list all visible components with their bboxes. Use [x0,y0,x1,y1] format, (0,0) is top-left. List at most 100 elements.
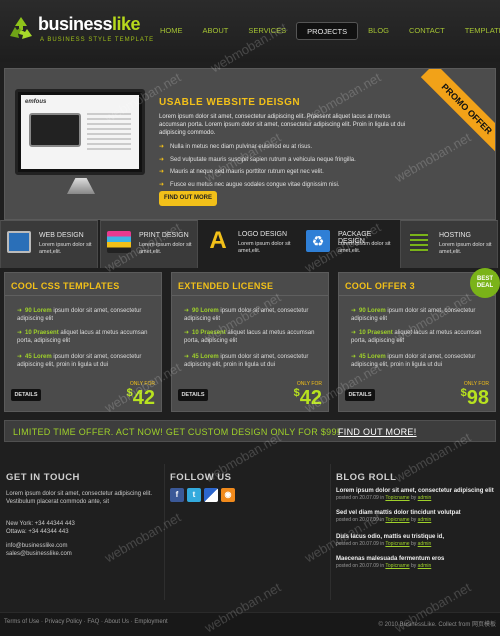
list-item: ➜ 90 Lorem ipsum dolor sit amet, consecte… [17,308,142,322]
contact-text: Lorem ipsum dolor sit amet, consectetur … [6,491,153,505]
service-hosting[interactable]: HOSTING Lorem ipsum dolor sit amet,elit. [400,220,498,268]
arrow-right-icon: ➜ [17,308,23,314]
arrow-right-icon: ➜ [17,354,23,360]
hero-title: USABLE WEBSITE DEISGN [159,97,301,108]
monitor-image: emfous [15,89,145,175]
list-item: ➜ Mauris at neque sed mauris porttitor ru… [159,169,324,175]
tablet-graphic [29,113,81,147]
service-title: PRINT DESIGN [139,232,189,239]
arrow-right-icon: ➜ [184,354,190,360]
hero-banner: emfous USABLE WEBSITE DEISGN Lorem ipsum… [4,68,496,220]
arrow-right-icon: ➜ [351,308,357,314]
arrow-right-icon: ➜ [351,354,357,360]
arrow-right-icon: ➜ [184,330,190,336]
facebook-icon[interactable]: f [170,488,184,502]
footer-blocks: GET IN TOUCH Lorem ipsum dolor sit amet,… [0,464,500,604]
nav-blog[interactable]: BLOG [358,22,399,40]
find-out-more-button[interactable]: FIND OUT MORE [159,191,217,206]
copyright: © 2010 BusinessLike. Collect from 网页模板 [378,622,496,628]
service-title: HOSTING [439,232,471,239]
logo-a-icon: A [209,227,227,254]
monitor-stand [67,178,95,194]
offer-title: EXTENDED LICENSE [178,281,274,291]
server-icon [410,231,428,253]
service-desc: Lorem ipsum dolor sit amet,elit. [238,241,291,254]
nav-home[interactable]: HOME [150,22,193,40]
screen-brand: emfous [25,99,47,105]
list-item: ➜ 10 Praesent aliquet lacus at metus accu… [17,330,148,344]
twitter-icon[interactable]: t [187,488,201,502]
hero-paragraph: Lorem ipsum dolor sit amet, consectetur … [159,114,406,136]
service-web-design[interactable]: WEB DESIGN Lorem ipsum dolor sit amet,el… [0,220,98,268]
contact-email-sales[interactable]: sales@businesslike.com [6,550,72,558]
service-desc: Lorem ipsum dolor sit amet,elit. [338,241,391,254]
service-print-design[interactable]: PRINT DESIGN Lorem ipsum dolor sit amet,… [100,220,198,268]
service-logo-design[interactable]: A LOGO DESIGN Lorem ipsum dolor sit amet… [200,220,298,268]
bottom-bar: Terms of Use · Privacy Policy · FAQ · Ab… [0,612,500,636]
blog-post[interactable]: Maecenas malesuada fermentum eros posted… [336,556,496,569]
contact-email-info[interactable]: info@businesslike.com [6,542,67,550]
list-item: ➜ 10 Praesent aliquet lacus at metus accu… [184,330,315,344]
blog-roll-title: BLOG ROLL [336,472,397,483]
follow-us-title: FOLLOW US [170,472,232,483]
rss-icon[interactable]: ◉ [221,488,235,502]
get-in-touch-title: GET IN TOUCH [6,472,80,483]
service-package-design[interactable]: ♻ PACKAGE DESIGN Lorem ipsum dolor sit a… [300,220,398,268]
limited-offer-text: LIMITED TIME OFFER. ACT NOW! GET CUSTOM … [13,427,340,437]
list-item: ➜ 45 Lorem ipsum dolor sit amet, consecte… [184,354,309,368]
arrow-right-icon: ➜ [159,169,165,175]
brand-name[interactable]: businesslike [38,14,141,35]
offer-card: COOL CSS TEMPLATES ➜ 90 Lorem ipsum dolor… [4,272,162,412]
service-desc: Lorem ipsum dolor sit amet,elit. [139,242,192,255]
divider [330,464,331,600]
arrow-right-icon: ➜ [159,144,165,150]
nav-about[interactable]: ABOUT [193,22,239,40]
details-button[interactable]: DETAILS [178,389,208,401]
recycle-logo-icon[interactable] [6,14,36,44]
details-button[interactable]: DETAILS [345,389,375,401]
list-item: ➜ 45 Lorem ipsum dolor sit amet, consecte… [351,354,476,368]
brand-tagline: A BUSINESS STYLE TEMPLATE [40,37,155,43]
services-row: WEB DESIGN Lorem ipsum dolor sit amet,el… [0,220,500,268]
divider [164,464,165,600]
offer-card: EXTENDED LICENSE ➜ 90 Lorem ipsum dolor s… [171,272,329,412]
monitor-icon [7,231,31,253]
price: $42 [293,387,322,409]
delicious-icon[interactable] [204,488,218,502]
blog-post[interactable]: Sed vel diam mattis dolor tincidunt volu… [336,510,496,523]
list-item: ➜ Nulla in metus nec diam pulvinar euismo… [159,144,313,150]
list-item: ➜ 45 Lorem ipsum dolor sit amet, consecte… [17,354,142,368]
offer-title: COOL OFFER 3 [345,281,415,291]
hero-bullets: ➜ Nulla in metus nec diam pulvinar euismo… [159,141,356,191]
contact-phone-ottawa: Ottawa: +34 44344 443 [6,529,69,535]
details-button[interactable]: DETAILS [11,389,41,401]
brand-name-main: business [38,14,113,34]
text-lines-graphic [87,113,131,153]
price: $98 [460,387,489,409]
footer-links[interactable]: Terms of Use · Privacy Policy · FAQ · Ab… [4,619,168,625]
service-desc: Lorem ipsum dolor sit amet,elit. [39,242,92,255]
social-links: f t ◉ [170,488,235,502]
nav-templates[interactable]: TEMPLATES [455,22,500,40]
blog-post[interactable]: Lorem ipsum dolor sit amet, consectetur … [336,488,496,501]
blog-post[interactable]: Duis lacus odio, mattis eu tristique id,… [336,534,496,547]
nav-contact[interactable]: CONTACT [399,22,455,40]
list-item: ➜ 90 Lorem ipsum dolor sit amet, consecte… [351,308,476,322]
offers-section: COOL CSS TEMPLATES ➜ 90 Lorem ipsum dolor… [4,268,500,412]
arrow-right-icon: ➜ [17,330,23,336]
list-item: ➜ 10 Praesent aliquet lacus at metus accu… [351,330,482,344]
find-out-more-link[interactable]: FIND OUT MORE! [338,427,417,437]
offer-title: COOL CSS TEMPLATES [11,281,120,291]
list-item: ➜ Sed vulputate mauris suscipit sapien ru… [159,156,356,163]
contact-phone-ny: New York: +34 44344 443 [6,521,75,527]
nav-services[interactable]: SERVICES [238,22,296,40]
arrow-right-icon: ➜ [159,156,165,163]
header: businesslike A BUSINESS STYLE TEMPLATE H… [0,0,500,62]
promo-offer-ribbon[interactable]: PROMO OFFER [420,69,495,155]
service-title: WEB DESIGN [39,232,84,239]
arrow-right-icon: ➜ [184,308,190,314]
list-item: ➜ Fusce eu metus nec augue sodales congue… [159,181,340,188]
print-icon [107,231,131,253]
nav-projects[interactable]: PROJECTS [296,22,359,40]
offer-card: COOL OFFER 3 ➜ 90 Lorem ipsum dolor sit a… [338,272,496,412]
